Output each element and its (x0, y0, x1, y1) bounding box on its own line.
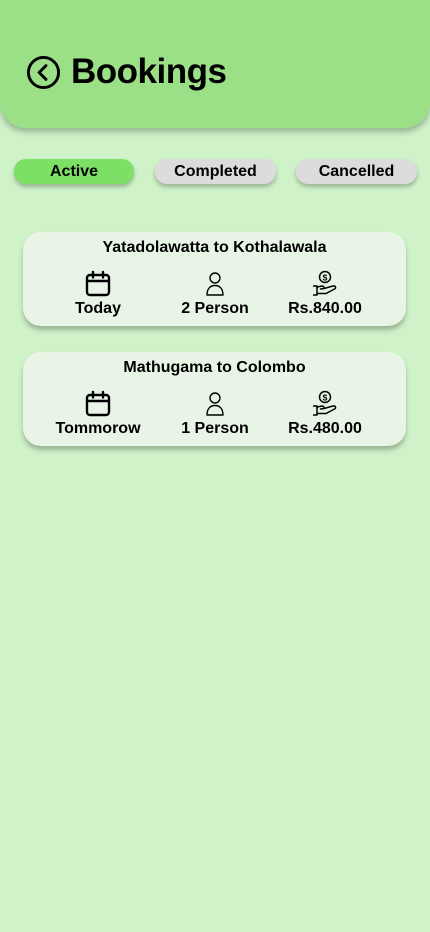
booking-persons-label: 2 Person (181, 300, 249, 317)
person-icon (206, 392, 224, 416)
booking-date: Tommorow (43, 390, 153, 438)
tab-active[interactable]: Active (14, 159, 134, 184)
calendar-icon (85, 390, 111, 417)
person-icon (206, 272, 224, 296)
booking-card[interactable]: Yatadolawatta to Kothalawala Today 2 Per… (23, 232, 406, 326)
money-hand-icon: $ (313, 390, 337, 416)
booking-route: Yatadolawatta to Kothalawala (102, 239, 327, 256)
svg-text:$: $ (323, 392, 328, 402)
header: Bookings (0, 0, 430, 128)
booking-persons: 1 Person (160, 390, 270, 438)
booking-date-label: Tommorow (55, 420, 141, 437)
tab-cancelled[interactable]: Cancelled (296, 159, 417, 184)
money-hand-icon: $ (313, 270, 337, 296)
calendar-icon (85, 270, 111, 297)
back-button[interactable] (26, 55, 61, 90)
booking-price-label: Rs.480.00 (288, 420, 362, 437)
booking-date: Today (43, 270, 153, 318)
booking-card[interactable]: Mathugama to Colombo Tommorow 1 Person $… (23, 352, 406, 446)
booking-date-label: Today (75, 300, 121, 317)
tab-completed[interactable]: Completed (155, 159, 276, 184)
booking-price: $ Rs.480.00 (270, 390, 380, 438)
booking-route: Mathugama to Colombo (123, 359, 306, 376)
page-title: Bookings (71, 52, 227, 91)
booking-persons-label: 1 Person (181, 420, 249, 437)
booking-persons: 2 Person (160, 270, 270, 318)
booking-price-label: Rs.840.00 (288, 300, 362, 317)
booking-price: $ Rs.840.00 (270, 270, 380, 318)
svg-text:$: $ (323, 272, 328, 282)
